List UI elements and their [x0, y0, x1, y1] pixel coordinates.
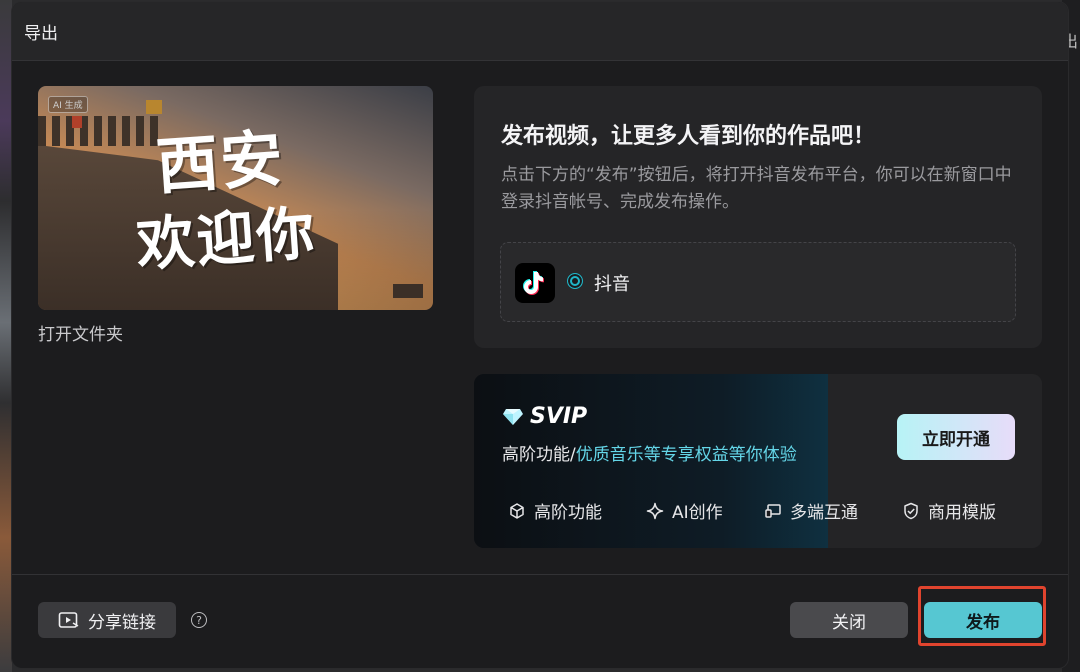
help-icon[interactable]: ?	[191, 612, 207, 628]
douyin-logo-icon	[515, 263, 555, 303]
feature-advanced: 高阶功能	[508, 498, 602, 523]
video-thumbnail[interactable]: AI 生成 西安 欢迎你	[38, 86, 433, 310]
feature-label: AI创作	[672, 503, 723, 523]
devices-icon	[765, 503, 781, 518]
shield-check-icon	[904, 502, 918, 519]
dialog-title: 导出	[24, 24, 58, 44]
cube-icon	[510, 502, 524, 519]
feature-commercial: 商用模版	[902, 498, 996, 523]
background-app-left-strip	[0, 0, 12, 672]
close-button[interactable]: 关闭	[790, 602, 908, 638]
thumbnail-battlements	[38, 116, 158, 146]
feature-multi-device: 多端互通	[764, 498, 858, 523]
share-link-label: 分享链接	[88, 612, 156, 632]
platform-radio-selected[interactable]	[567, 273, 583, 289]
share-link-button[interactable]: 分享链接	[38, 602, 176, 638]
platform-option-douyin[interactable]: 抖音	[500, 242, 1016, 322]
publish-description: 点击下方的“发布”按钮后，将打开抖音发布平台，你可以在新窗口中登录抖音帐号、完成…	[501, 165, 1012, 212]
publish-heading: 发布视频，让更多人看到你的作品吧！	[501, 124, 876, 149]
activate-svip-button[interactable]: 立即开通	[897, 414, 1015, 460]
dialog-title-bar: 导出	[12, 2, 1068, 61]
publish-button[interactable]: 发布	[924, 602, 1042, 638]
feature-label: 高阶功能	[534, 503, 602, 523]
footer-divider	[12, 574, 1068, 575]
svip-title: SVIP	[502, 404, 587, 429]
share-video-icon	[58, 612, 79, 628]
publish-card: 发布视频，让更多人看到你的作品吧！ 点击下方的“发布”按钮后，将打开抖音发布平台…	[474, 86, 1042, 348]
svip-promo-card: SVIP 高阶功能/优质音乐等专享权益等你体验 立即开通 高阶功能 AI创作 多…	[474, 374, 1042, 548]
svip-title-text: SVIP	[530, 404, 588, 429]
svip-subtitle-highlight: 优质音乐等专享权益等你体验	[575, 445, 797, 465]
thumbnail-flag	[72, 116, 82, 128]
ai-generated-badge: AI 生成	[48, 96, 88, 113]
feature-label: 商用模版	[928, 503, 996, 523]
svip-subtitle-prefix: 高阶功能/	[502, 445, 576, 465]
sparkle-icon	[646, 502, 664, 519]
feature-label: 多端互通	[790, 503, 858, 523]
open-folder-link[interactable]: 打开文件夹	[38, 320, 123, 345]
thumbnail-tower	[393, 284, 423, 298]
feature-ai: AI创作	[646, 498, 723, 523]
diamond-icon	[503, 408, 523, 425]
export-dialog: 导出 AI 生成 西安 欢迎你 打开文件夹 发布视频，让更多人看到你的作品吧！ …	[12, 2, 1068, 668]
svip-subtitle: 高阶功能/优质音乐等专享权益等你体验	[502, 440, 797, 465]
platform-label: 抖音	[594, 274, 630, 295]
thumbnail-calligraphy-line2: 欢迎你	[134, 198, 319, 280]
thumbnail-flag	[146, 100, 162, 114]
